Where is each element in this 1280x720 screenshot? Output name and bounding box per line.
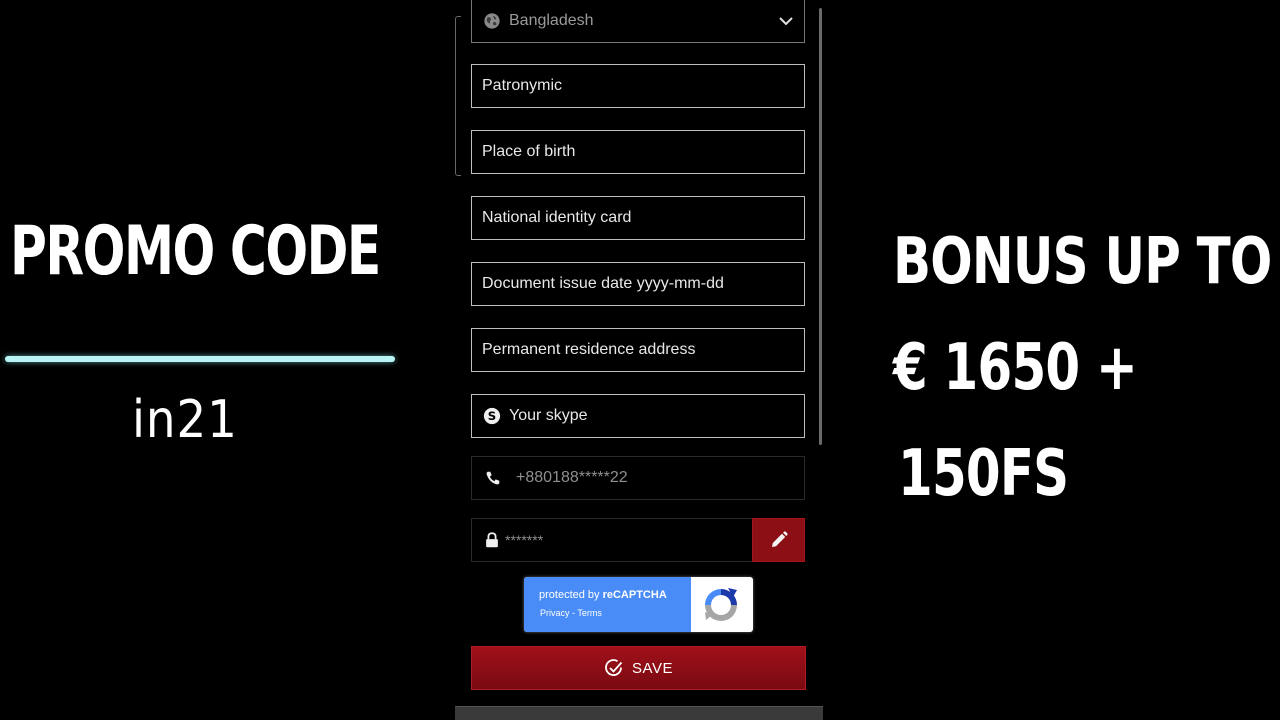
phone-number-value: +880188*****22 xyxy=(516,469,628,486)
field-group-bracket xyxy=(455,16,461,176)
pencil-icon xyxy=(771,531,788,547)
bonus-line-2: € 1650 + xyxy=(893,331,1138,405)
check-circle-icon xyxy=(605,659,623,676)
recaptcha-terms-link[interactable]: Terms xyxy=(577,608,602,618)
promo-underline xyxy=(5,356,395,362)
document-issue-date-placeholder: Document issue date yyyy-mm-dd xyxy=(482,275,724,292)
national-id-field[interactable]: National identity card xyxy=(471,196,805,240)
recaptcha-links: Privacy - Terms xyxy=(540,608,602,618)
residence-address-field[interactable]: Permanent residence address xyxy=(471,328,805,372)
globe-icon xyxy=(484,13,500,29)
recaptcha-badge[interactable]: protected by reCAPTCHA Privacy - Terms xyxy=(524,577,753,632)
skype-field[interactable]: S Your skype xyxy=(471,394,805,438)
recaptcha-privacy-link[interactable]: Privacy xyxy=(540,608,570,618)
recaptcha-brand: reCAPTCHA xyxy=(602,589,667,601)
residence-address-placeholder: Permanent residence address xyxy=(482,341,696,358)
scrollbar[interactable] xyxy=(819,8,822,445)
bonus-line-1: BONUS UP TO xyxy=(893,225,1272,299)
patronymic-field[interactable]: Patronymic xyxy=(471,64,805,108)
lock-icon xyxy=(486,532,498,548)
patronymic-placeholder: Patronymic xyxy=(482,77,563,94)
place-of-birth-placeholder: Place of birth xyxy=(482,143,576,160)
video-frame: PROMO CODE in21 BONUS UP TO € 1650 + 150… xyxy=(0,0,1280,720)
skype-icon: S xyxy=(483,407,501,425)
bonus-line-3: 150FS xyxy=(898,437,1069,511)
promo-code: in21 xyxy=(132,390,238,450)
country-select[interactable]: Bangladesh xyxy=(471,0,805,43)
place-of-birth-field[interactable]: Place of birth xyxy=(471,130,805,174)
document-issue-date-field[interactable]: Document issue date yyyy-mm-dd xyxy=(471,262,805,306)
password-value: ******* xyxy=(505,532,544,548)
chevron-down-icon[interactable] xyxy=(778,13,794,29)
save-button[interactable]: SAVE xyxy=(471,646,806,690)
save-button-label: SAVE xyxy=(632,659,673,677)
skype-placeholder: Your skype xyxy=(509,407,588,424)
recaptcha-logo-icon xyxy=(705,588,737,621)
password-field[interactable]: ******* xyxy=(471,518,805,562)
national-id-placeholder: National identity card xyxy=(482,209,632,226)
recaptcha-panel xyxy=(524,577,691,632)
phone-icon xyxy=(486,471,500,485)
svg-text:S: S xyxy=(488,409,496,423)
edit-password-button[interactable] xyxy=(752,518,805,562)
recaptcha-protected-text: protected by reCAPTCHA xyxy=(539,589,667,601)
promo-title: PROMO CODE xyxy=(10,212,381,291)
country-value: Bangladesh xyxy=(509,12,594,29)
phone-bottom-bar xyxy=(455,706,823,720)
phone-number-field[interactable]: +880188*****22 xyxy=(471,456,805,500)
